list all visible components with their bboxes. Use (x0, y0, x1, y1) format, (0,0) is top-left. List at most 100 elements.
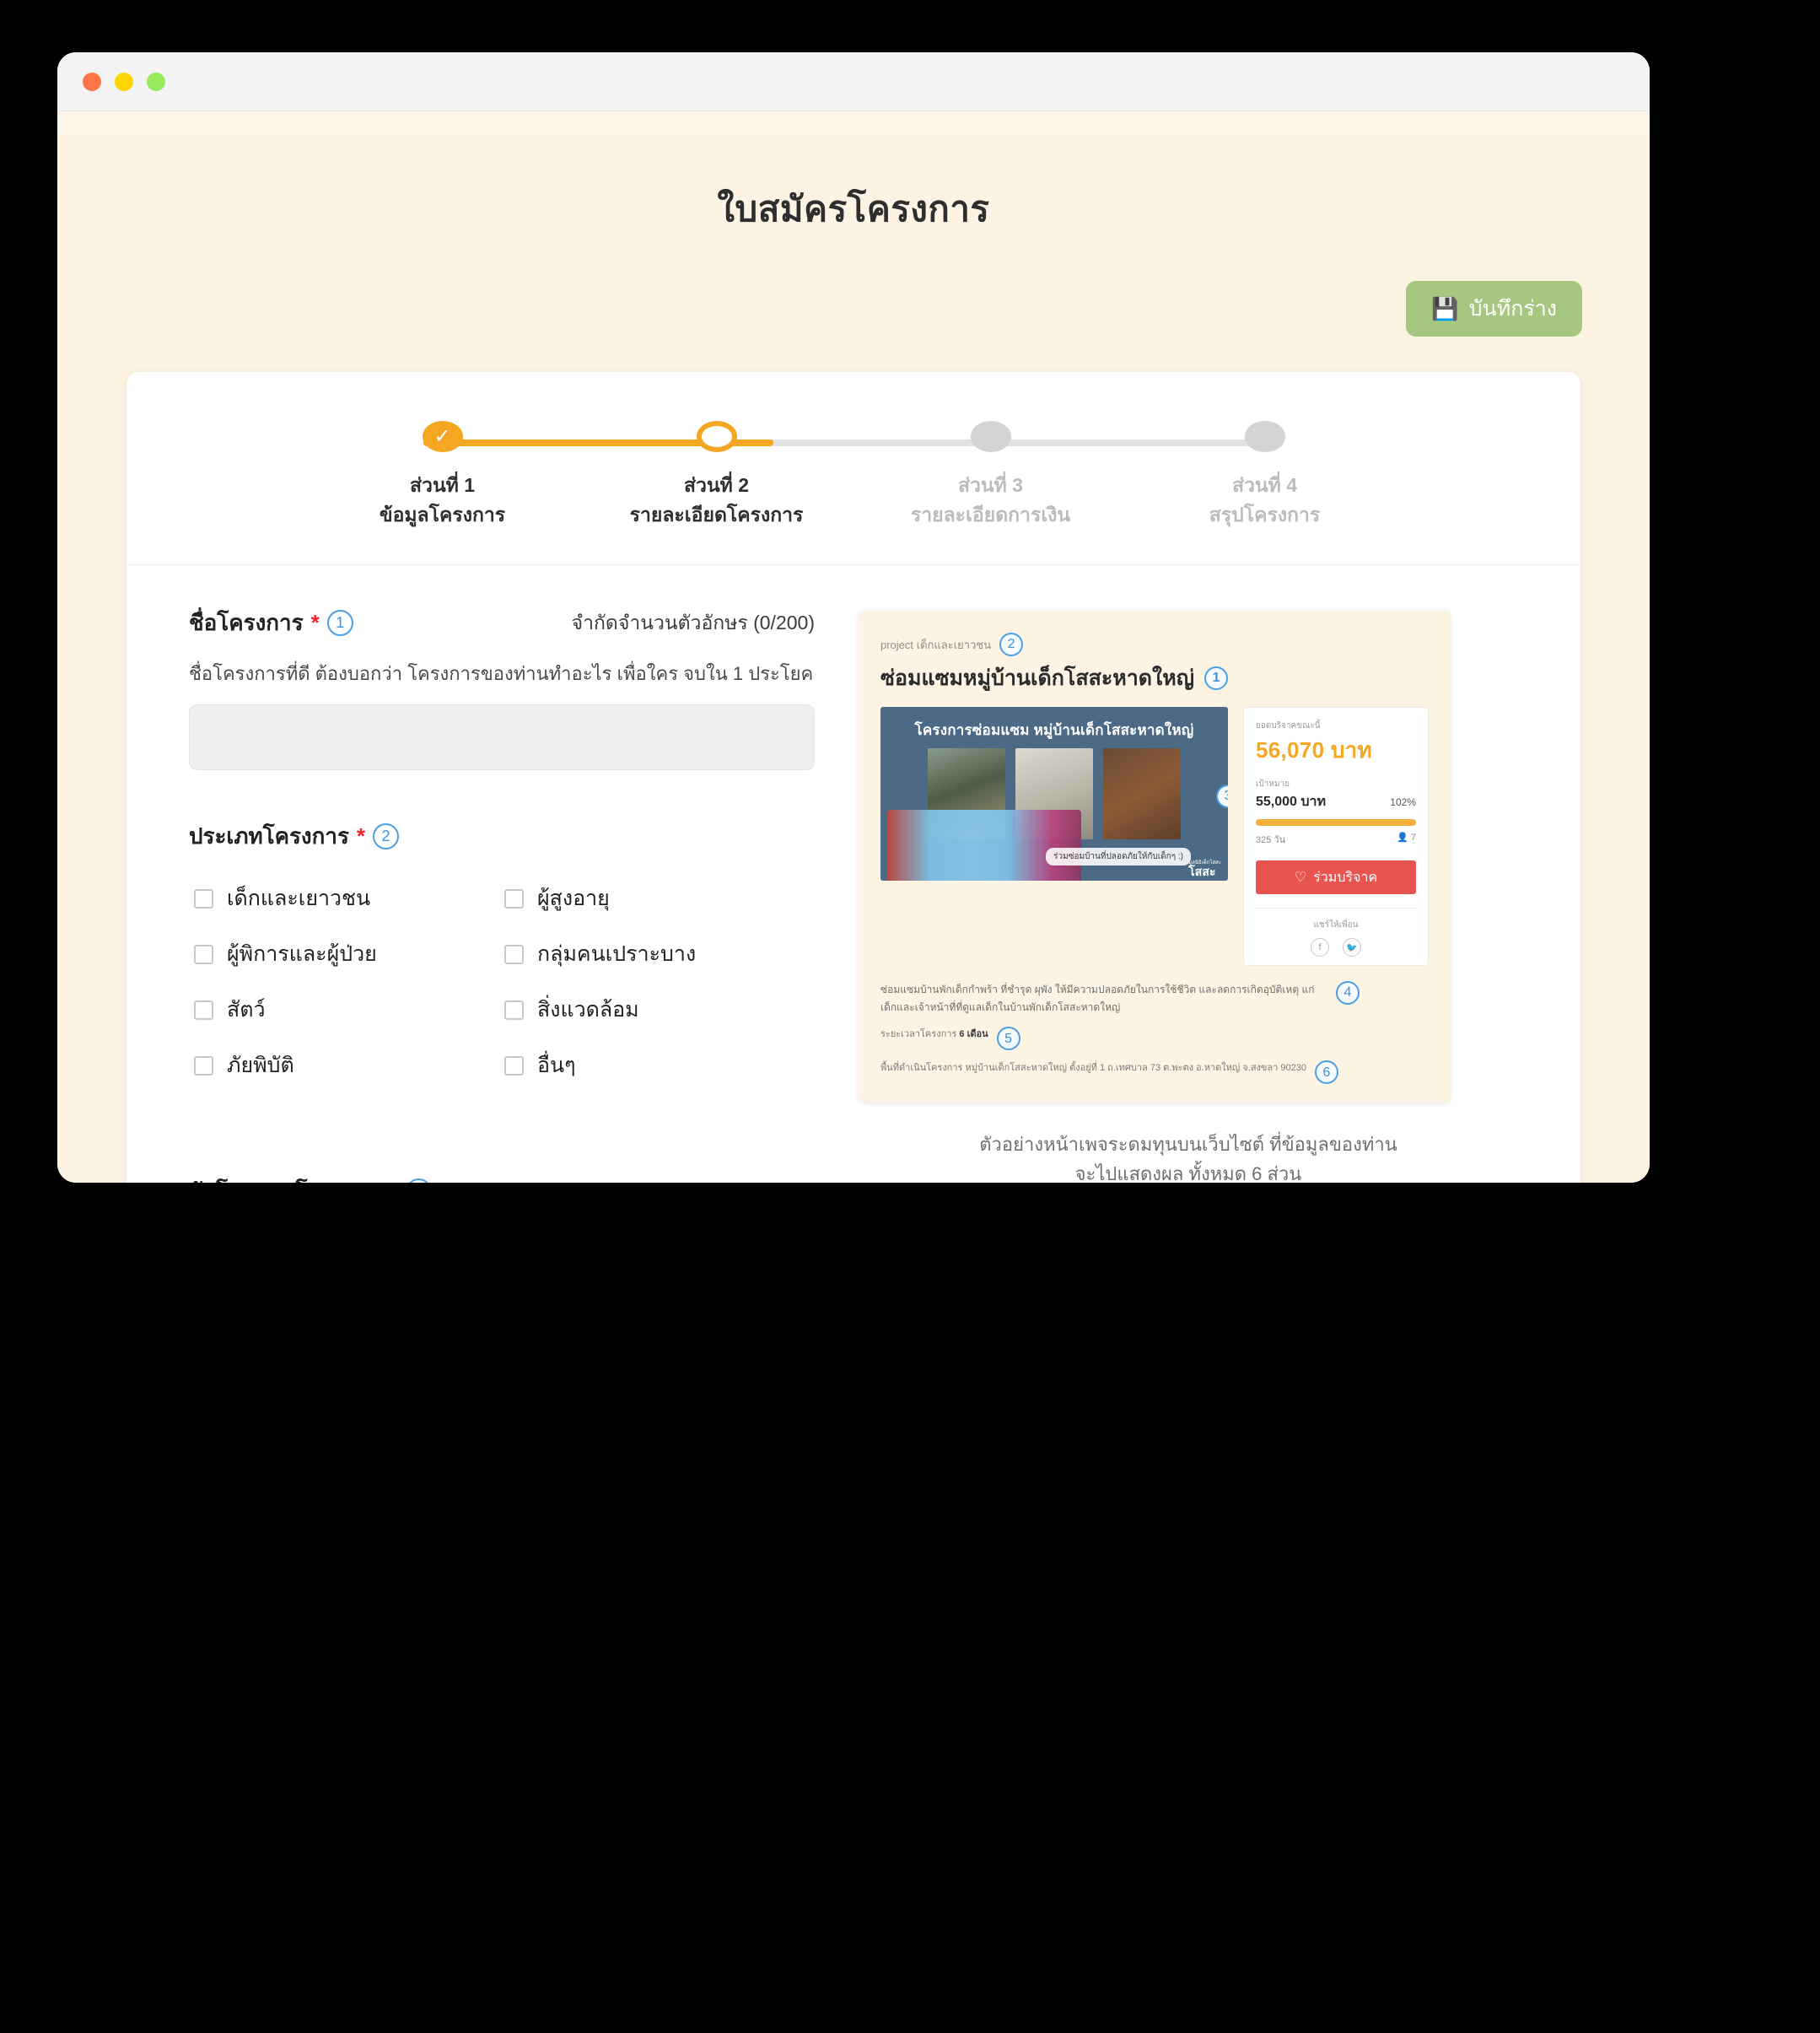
browser-window: ใบสมัครโครงการ 💾 บันทึกร่าง ✓ ส่วนที่ 1 … (57, 52, 1650, 1183)
checkbox-children-youth[interactable]: เด็กและเยาวชน (194, 876, 504, 921)
form-area: ชื่อโครงการ * 1 จำกัดจำนวนตัวอักษร (0/20… (127, 565, 1580, 1183)
required-asterisk: * (356, 823, 366, 849)
step-2-label: ส่วนที่ 2 รายละเอียดโครงการ (630, 471, 804, 531)
preview-caption-line-1: ตัวอย่างหน้าเพจระดมทุนบนเว็บไซต์ ที่ข้อม… (979, 1134, 1397, 1156)
form-right-column: project เด็กและเยาวชน 2 ซ่อมแซมหมู่บ้านเ… (859, 606, 1518, 1183)
goal-caption: เป้าหมาย (1256, 779, 1290, 790)
checkbox-box-icon (504, 888, 524, 909)
project-name-input[interactable] (189, 704, 815, 771)
preview-kicker: project เด็กและเยาวชน (880, 638, 992, 651)
maximize-window-button[interactable] (147, 72, 165, 91)
field-badge-3: 3 (405, 1178, 432, 1183)
checkbox-box-icon (504, 1055, 524, 1076)
preview-badge-3-wrap: 3 (1216, 785, 1228, 809)
project-name-hint: ชื่อโครงการที่ดี ต้องบอกว่า โครงการของท่… (189, 663, 814, 685)
project-type-label: ประเภทโครงการ (189, 823, 349, 849)
check-icon: ✓ (433, 424, 451, 448)
save-draft-label: บันทึกร่าง (1468, 297, 1557, 321)
goal-row: 55,000 บาท 102% (1256, 791, 1416, 812)
donate-button[interactable]: ♡ ร่วมบริจาค (1256, 860, 1416, 895)
share-caption: แชร์ให้เพื่อน (1313, 920, 1359, 930)
step-4-label: ส่วนที่ 4 สรุปโครงการ (1209, 471, 1321, 531)
photo-damaged-ceiling (1103, 748, 1181, 840)
checkbox-label: ผู้สูงอายุ (537, 887, 610, 911)
raised-caption: ยอดบริจาคขณะนี้ (1256, 721, 1321, 731)
project-name-label-group: ชื่อโครงการ * 1 (189, 606, 353, 640)
preview-badge-3: 3 (1216, 785, 1228, 809)
step-4-title: สรุปโครงการ (1209, 504, 1321, 526)
project-type-label-group: ประเภทโครงการ * 2 (189, 819, 400, 854)
days-left: 325 วัน (1256, 835, 1286, 846)
checkbox-animals[interactable]: สัตว์ (194, 987, 504, 1033)
preview-duration-row: ระยะเวลาโครงการ 6 เดือน 5 (880, 1027, 1429, 1051)
checkbox-environment[interactable]: สิ่งแวดล้อม (504, 987, 815, 1033)
project-page-preview: project เด็กและเยาวชน 2 ซ่อมแซมหมู่บ้านเ… (859, 611, 1451, 1103)
checkbox-disaster[interactable]: ภัยพิบัติ (194, 1043, 504, 1088)
donor-count-group: 👤 7 (1397, 832, 1416, 847)
checkbox-vulnerable-group[interactable]: กลุ่มคนเปราะบาง (504, 931, 815, 977)
checkbox-elderly[interactable]: ผู้สูงอายุ (504, 876, 815, 921)
save-floppy-icon: 💾 (1431, 296, 1459, 322)
checkbox-other[interactable]: อื่นๆ (504, 1043, 815, 1088)
application-form-card: ✓ ส่วนที่ 1 ข้อมูลโครงการ ส่วนที่ 2 รายล… (127, 372, 1580, 1183)
preview-badge-1: 1 (1204, 666, 1229, 691)
preview-badge-6: 6 (1315, 1060, 1338, 1085)
facebook-icon[interactable]: f (1311, 938, 1329, 957)
area-value: หมู่บ้านเด็กโสสะหาดใหญ่ ตั้งอยู่ที่ 1 ถ.… (965, 1063, 1307, 1074)
duration-label: ระยะเวลาโครงการ (880, 1029, 957, 1040)
required-asterisk: * (310, 610, 320, 636)
area-label: พื้นที่ดำเนินโครงการ (880, 1063, 963, 1074)
checkbox-box-icon (504, 1000, 524, 1020)
checkbox-label: เด็กและเยาวชน (227, 887, 371, 911)
form-stepper: ✓ ส่วนที่ 1 ข้อมูลโครงการ ส่วนที่ 2 รายล… (127, 372, 1580, 566)
step-1-number: ส่วนที่ 1 (409, 473, 476, 496)
step-4-circle (1244, 421, 1285, 452)
share-section: แชร์ให้เพื่อน f 🐦 (1256, 908, 1416, 957)
twitter-icon[interactable]: 🐦 (1343, 938, 1361, 957)
field-badge-1: 1 (326, 610, 353, 637)
preview-description: ซ่อมแซมบ้านพักเด็กกำพร้า ที่ชำรุด ผุพัง … (880, 984, 1315, 1014)
step-4[interactable]: ส่วนที่ 4 สรุปโครงการ (1128, 421, 1402, 531)
preview-banner-caption: ร่วมซ่อมบ้านที่ปลอดภัยให้กับเด็กๆ :) (1046, 848, 1191, 866)
preview-badge-2: 2 (999, 633, 1024, 657)
checkbox-box-icon (194, 944, 213, 964)
preview-title: ซ่อมแซมหมู่บ้านเด็กโสสะหาดใหญ่ (880, 666, 1195, 691)
minimize-window-button[interactable] (115, 72, 133, 91)
step-1-circle: ✓ (422, 421, 463, 452)
progress-bar (1256, 819, 1416, 827)
step-1-title: ข้อมูลโครงการ (379, 504, 506, 526)
step-2[interactable]: ส่วนที่ 2 รายละเอียดโครงการ (579, 421, 853, 531)
goal-percent: 102% (1390, 796, 1416, 809)
checkbox-label: สิ่งแวดล้อม (537, 998, 639, 1022)
project-name-label: ชื่อโครงการ (189, 610, 304, 636)
checkbox-label: สัตว์ (227, 998, 266, 1022)
step-2-title: รายละเอียดโครงการ (629, 504, 804, 526)
goal-amount: 55,000 บาท (1256, 795, 1327, 810)
checkbox-disabled-patients[interactable]: ผู้พิการและผู้ป่วย (194, 931, 504, 977)
upload-project-image-label-group: อัปโหลดรูปโครงการ * 3 (189, 1174, 432, 1183)
step-3-number: ส่วนที่ 3 (957, 473, 1023, 496)
step-1[interactable]: ✓ ส่วนที่ 1 ข้อมูลโครงการ (305, 421, 579, 531)
step-3[interactable]: ส่วนที่ 3 รายละเอียดการเงิน (853, 421, 1128, 531)
preview-explanation: ตัวอย่างหน้าเพจระดมทุนบนเว็บไซต์ ที่ข้อม… (859, 1130, 1518, 1183)
preview-badge-4: 4 (1336, 981, 1360, 1006)
raised-amount: 56,070 บาท (1256, 737, 1372, 763)
field-badge-2: 2 (373, 823, 400, 850)
screenshot-root: ใบสมัครโครงการ 💾 บันทึกร่าง ✓ ส่วนที่ 1 … (0, 0, 1820, 2033)
photo-children-group (887, 810, 1081, 882)
checkbox-label: กลุ่มคนเปราะบาง (537, 942, 697, 967)
close-window-button[interactable] (83, 72, 101, 91)
checkbox-box-icon (194, 1055, 213, 1076)
person-icon: 👤 (1397, 833, 1408, 844)
save-draft-button[interactable]: 💾 บันทึกร่าง (1406, 281, 1582, 337)
donation-panel: ยอดบริจาคขณะนี้ 56,070 บาท เป้าหมาย 55,0… (1243, 707, 1429, 967)
preview-badge-5: 5 (996, 1027, 1020, 1051)
step-2-circle (696, 421, 737, 452)
checkbox-box-icon (194, 1000, 213, 1020)
preview-duration: ระยะเวลาโครงการ 6 เดือน (880, 1027, 988, 1043)
preview-banner-title: โครงการซ่อมแซม หมู่บ้านเด็กโสสะหาดใหญ่ (914, 722, 1194, 739)
step-4-number: ส่วนที่ 4 (1231, 473, 1297, 496)
preview-caption-line-2: จะไปแสดงผล ทั้งหมด 6 ส่วน (1074, 1163, 1302, 1183)
step-2-number: ส่วนที่ 2 (683, 473, 750, 496)
